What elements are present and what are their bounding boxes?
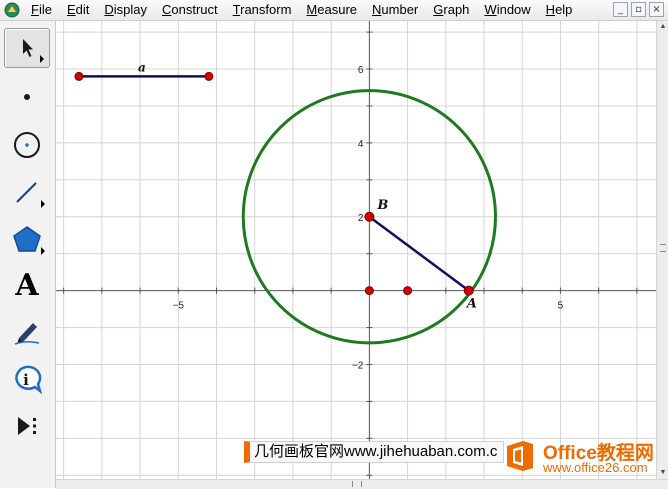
menu-file[interactable]: File	[31, 2, 52, 18]
text-tool[interactable]: A	[4, 266, 50, 306]
point-b[interactable]	[364, 211, 375, 222]
marker-pen-icon	[14, 323, 40, 345]
app-icon[interactable]	[4, 2, 20, 18]
information-icon: i	[15, 365, 43, 394]
information-tool[interactable]: i	[4, 359, 50, 399]
menu-bar: File Edit Display Construct Transform Me…	[0, 0, 668, 21]
watermark-banner: 几何画板官网www.jihehuaban.com.c	[244, 441, 505, 463]
menu-display[interactable]: Display	[104, 2, 147, 18]
menu-number[interactable]: Number	[372, 2, 418, 18]
point-a[interactable]	[463, 285, 474, 296]
grid-lines	[56, 21, 656, 479]
menu-measure[interactable]: Measure	[306, 2, 357, 18]
unit-point[interactable]	[403, 286, 413, 296]
circle-compass-icon	[14, 132, 40, 158]
menu-transform[interactable]: Transform	[233, 2, 292, 18]
menu-items: File Edit Display Construct Transform Me…	[31, 2, 587, 18]
marker-tool[interactable]	[4, 312, 50, 352]
menu-window[interactable]: Window	[484, 2, 530, 18]
arrow-tool[interactable]	[4, 28, 50, 68]
minimize-button[interactable]: _	[613, 2, 628, 17]
information-glyph: i	[23, 371, 29, 389]
coordinate-plane[interactable]: −5 5 6 4 2 −2 a B A	[56, 21, 656, 479]
scroll-up-arrow-icon[interactable]: ▲	[658, 22, 668, 32]
sketch-canvas[interactable]: −5 5 6 4 2 −2 a B A	[56, 21, 656, 479]
window-controls: _ ▫ ×	[613, 2, 664, 17]
menu-construct[interactable]: Construct	[162, 2, 218, 18]
arrow-tool-more-indicator	[40, 55, 44, 63]
toolbox: A i	[0, 21, 56, 488]
x-tick-label-5: 5	[558, 301, 564, 312]
compass-tool[interactable]	[4, 125, 50, 165]
menu-edit[interactable]: Edit	[67, 2, 89, 18]
segment-icon	[16, 182, 37, 203]
menu-help[interactable]: Help	[546, 2, 573, 18]
straightedge-tool-more-indicator	[41, 200, 45, 208]
y-tick-label-2: 2	[358, 213, 364, 224]
y-tick-label-minus2: −2	[352, 361, 364, 372]
vertical-scrollbar[interactable]: ▲ ▼	[656, 21, 668, 479]
axes	[56, 21, 656, 479]
menu-graph[interactable]: Graph	[433, 2, 469, 18]
office-logo-url: www.office26.com	[543, 460, 648, 475]
segment-a-end-point[interactable]	[204, 71, 214, 81]
close-button[interactable]: ×	[649, 2, 664, 17]
horizontal-scroll-grip-icon[interactable]	[352, 481, 362, 487]
custom-tools-icon	[18, 417, 36, 435]
y-tick-label-6: 6	[358, 65, 364, 76]
origin-point[interactable]	[364, 286, 374, 296]
x-tick-label-minus5: −5	[173, 301, 185, 312]
segment-a-start-point[interactable]	[74, 71, 84, 81]
polygon-tool[interactable]	[4, 219, 50, 259]
point-b-label[interactable]: B	[376, 198, 388, 213]
point-tool[interactable]	[4, 77, 50, 117]
office-watermark-logo: Office教程网 www.office26.com	[500, 436, 668, 480]
point-a-label[interactable]: A	[465, 297, 477, 312]
vertical-scroll-grip-icon[interactable]	[660, 244, 666, 252]
text-icon: A	[15, 268, 39, 303]
arrow-selection-icon	[23, 39, 33, 57]
pentagon-icon	[13, 226, 41, 252]
polygon-tool-more-indicator	[41, 247, 45, 255]
office-logo-icon	[507, 441, 533, 471]
segment-a-label[interactable]: a	[138, 60, 146, 74]
straightedge-tool[interactable]	[4, 172, 50, 212]
custom-tool[interactable]	[4, 406, 50, 446]
point-icon	[24, 94, 30, 100]
y-tick-label-4: 4	[358, 139, 364, 150]
restore-button[interactable]: ▫	[631, 2, 646, 17]
